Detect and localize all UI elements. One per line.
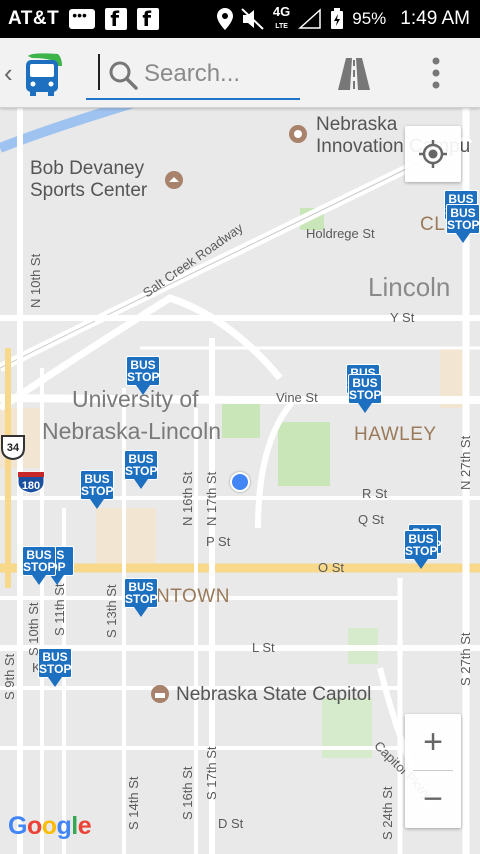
mute-icon: [241, 8, 264, 30]
bus-app-logo-icon[interactable]: [22, 52, 64, 96]
road-label-s14: S 14th St: [126, 776, 141, 830]
road-label-holdrege: Holdrege St: [306, 226, 375, 241]
svg-text:34: 34: [7, 442, 20, 454]
text-cursor: [98, 54, 100, 90]
current-location-dot: [230, 472, 250, 492]
location-icon: [216, 8, 233, 30]
road-label-s17: S 17th St: [204, 746, 219, 800]
bus-stop-marker[interactable]: BUSSTOP: [124, 450, 158, 490]
zoom-controls: + −: [405, 714, 461, 828]
battery-charging-icon: [331, 8, 344, 29]
road-label-s13: S 13th St: [104, 584, 119, 638]
road-label-l-st: L St: [252, 640, 275, 655]
facebook-icon: f: [105, 8, 128, 30]
stadium-marker-icon: [165, 171, 183, 189]
road-label-n10: N 10th St: [28, 253, 43, 308]
clock: 1:49 AM: [400, 8, 470, 29]
back-chevron-icon[interactable]: ‹: [4, 58, 13, 89]
road-label-n27: N 27th St: [458, 435, 473, 490]
search-field[interactable]: [86, 50, 300, 100]
zoom-in-button[interactable]: +: [405, 714, 461, 770]
neighborhood-label-downtown: NTOWN: [156, 586, 230, 607]
bus-stop-marker[interactable]: BUSSTOP: [446, 204, 480, 244]
poi-nebraska-state-capitol[interactable]: Nebraska State Capitol: [176, 684, 371, 706]
bus-stop-marker[interactable]: BUSSTOP: [126, 356, 160, 396]
search-icon: [109, 61, 138, 90]
road-label-s16: S 16th St: [180, 766, 195, 820]
google-logo: Google: [8, 812, 92, 840]
road-label-q-st: Q St: [358, 512, 385, 527]
search-input[interactable]: [144, 56, 294, 92]
bus-stop-marker[interactable]: BUSSTOP: [38, 648, 72, 688]
poi-bob-devaney[interactable]: Bob Devaney Sports Center: [30, 158, 147, 202]
battery-percent: 95%: [352, 9, 387, 28]
road-label-y-st: Y St: [390, 310, 415, 325]
bus-stop-marker[interactable]: BUSSTOP: [124, 578, 158, 618]
signal-icon: [298, 8, 321, 29]
interstate-shield-icon: 180: [17, 471, 45, 494]
road-label-s24: S 24th St: [380, 786, 395, 840]
neighborhood-label-cl: CL: [420, 214, 446, 235]
road-label-r-st: R St: [362, 486, 388, 501]
network-type-icon: 4G LTE: [272, 3, 291, 30]
bus-stop-marker[interactable]: BUSSTOP: [80, 470, 114, 510]
bus-stop-marker[interactable]: BUSSTOP: [404, 530, 438, 570]
crosshair-icon: [419, 140, 447, 168]
road-label-s11: S 11th St: [52, 583, 67, 636]
status-bar: AT&T f f 4GLTE 95% 1:49 AM: [0, 0, 480, 38]
road-label-n17: N 17th St: [204, 471, 219, 526]
poi-marker-icon: [289, 125, 307, 143]
road-label-vine: Vine St: [276, 390, 318, 405]
road-label-n16: N 16th St: [180, 471, 195, 526]
svg-text:180: 180: [22, 480, 40, 492]
carrier-label: AT&T: [8, 8, 60, 29]
more-vert-icon[interactable]: [428, 56, 444, 90]
map-view[interactable]: Nebraska Innovation Campu Bob Devaney Spor…: [0, 108, 480, 854]
app-toolbar: ‹: [0, 38, 480, 108]
road-label-d-st: D St: [218, 816, 244, 831]
us-route-shield-icon: 34: [1, 435, 25, 460]
road-label-s27: S 27th St: [458, 632, 473, 686]
my-location-button[interactable]: [405, 126, 461, 182]
capitol-marker-icon: [151, 685, 169, 703]
zoom-out-button[interactable]: −: [405, 771, 461, 827]
road-label-s9: S 9th St: [2, 653, 17, 700]
road-label-o-st: O St: [318, 560, 345, 575]
bus-stop-marker[interactable]: BUSSTOP: [348, 374, 382, 414]
area-label-university: Nebraska-Lincoln: [42, 418, 221, 444]
city-label-lincoln: Lincoln: [368, 272, 451, 302]
messages-icon: [69, 7, 96, 29]
bus-stop-marker[interactable]: BUSSTOP: [22, 546, 56, 586]
neighborhood-label-hawley: HAWLEY: [354, 424, 437, 445]
facebook-icon: f: [137, 8, 160, 30]
road-label-p-st: P St: [206, 534, 231, 549]
road-icon[interactable]: [336, 56, 372, 92]
